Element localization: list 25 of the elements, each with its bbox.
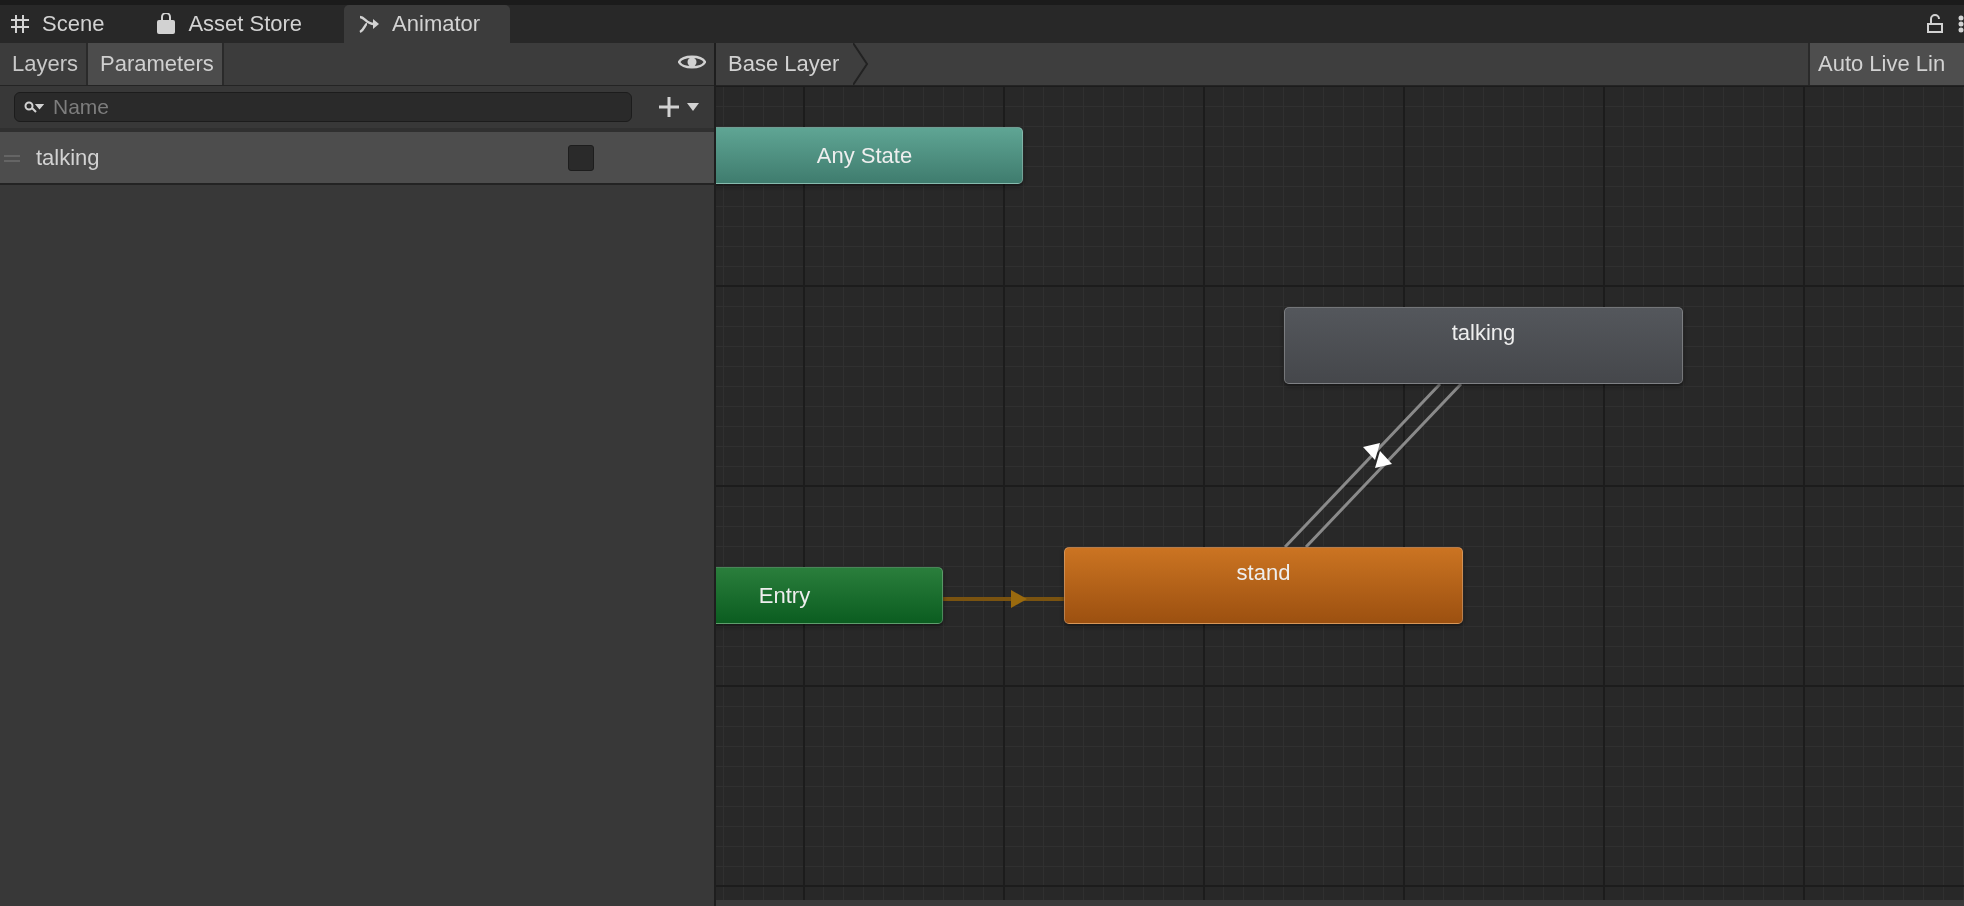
branch-arrow-icon	[358, 14, 381, 34]
drag-handle-icon[interactable]	[4, 155, 20, 162]
panel-tab[interactable]: Parameters	[88, 43, 224, 85]
more-menu-icon[interactable]	[1958, 14, 1964, 34]
auto-live-link-button[interactable]: Auto Live Lin	[1808, 43, 1964, 85]
parameter-name: talking	[36, 144, 101, 171]
state-node[interactable]: Entry	[716, 567, 943, 624]
eye-icon[interactable]	[678, 53, 706, 71]
bag-icon	[156, 13, 177, 35]
graph-canvas[interactable]: Any State talking Entry stand	[716, 86, 1964, 900]
search-field[interactable]: Name	[14, 92, 632, 122]
state-node[interactable]: stand	[1064, 547, 1463, 624]
grid-icon	[10, 14, 30, 34]
checkbox[interactable]	[568, 144, 594, 171]
dropdown-caret-icon[interactable]	[686, 102, 700, 112]
window-tab[interactable]: Scene	[0, 5, 135, 43]
lock-icon[interactable]	[1926, 14, 1944, 34]
horizontal-scrollbar[interactable]	[716, 900, 1964, 906]
window-tab[interactable]: Animator	[344, 5, 511, 43]
transition-arrow[interactable]	[1304, 382, 1463, 549]
state-node[interactable]: talking	[1284, 307, 1683, 384]
transition-arrow[interactable]	[1283, 382, 1442, 549]
add-icon[interactable]	[658, 96, 680, 118]
transition-arrow[interactable]	[943, 590, 1064, 608]
window-tab[interactable]: Asset Store	[146, 5, 333, 43]
